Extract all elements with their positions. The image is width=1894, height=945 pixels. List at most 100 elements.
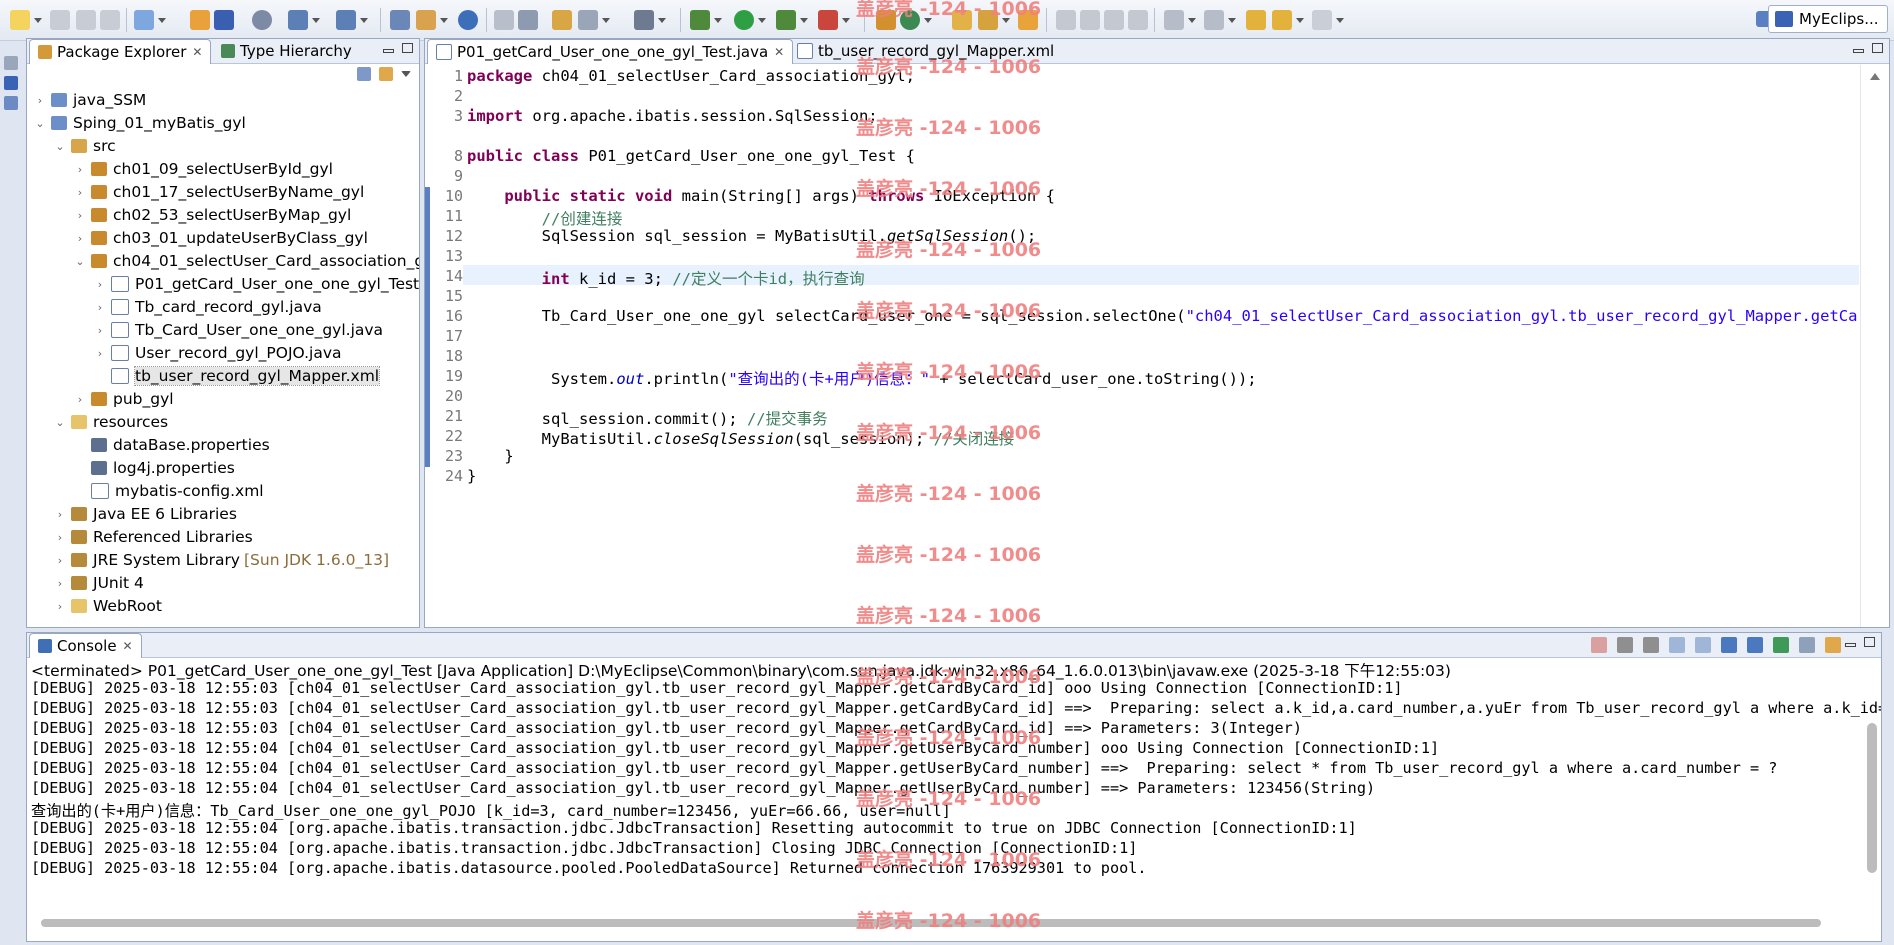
link-with-editor-icon[interactable] [379,67,393,81]
tree-item[interactable]: › Java EE 6 Libraries [53,503,237,525]
new-interface-icon[interactable] [900,10,920,30]
tree-item[interactable]: › ch01_09_selectUserById_gyl [73,158,333,180]
chevron-down-icon[interactable] [602,18,610,23]
tab-type-hierarchy[interactable]: Type Hierarchy [213,39,360,63]
minimize-icon[interactable] [1845,643,1856,647]
tree-item[interactable]: › ch03_01_updateUserByClass_gyl [73,227,368,249]
previous-annotation-icon[interactable] [1204,10,1224,30]
chevron-down-icon[interactable]: ⌄ [53,140,67,153]
chevron-down-icon[interactable]: ⌄ [53,416,67,429]
minimized-view-icon[interactable] [4,96,18,110]
pen-icon[interactable] [1080,10,1100,30]
scroll-up-icon[interactable] [1870,73,1880,80]
tab-console[interactable]: Console ✕ [29,633,142,658]
minimize-icon[interactable] [1853,49,1864,53]
maximize-icon[interactable] [402,43,413,53]
perspective-switcher[interactable]: MyEclips... [1768,5,1888,33]
pin-console-icon[interactable] [1773,637,1789,653]
next-annotation-icon[interactable] [1164,10,1184,30]
chevron-right-icon[interactable]: › [73,393,87,406]
open-task-icon[interactable] [1018,10,1038,30]
new-class-icon[interactable] [876,10,896,30]
chevron-down-icon[interactable]: ⌄ [33,117,47,130]
run-server-icon[interactable] [288,10,308,30]
tab-mapper-xml[interactable]: tb_user_record_gyl_Mapper.xml [789,39,1062,63]
chevron-down-icon[interactable] [440,18,448,23]
minimized-view-icon[interactable] [4,76,18,90]
deploy-icon[interactable] [252,10,272,30]
remove-all-launches-icon[interactable] [1643,637,1659,653]
tree-item[interactable]: › Tb_card_record_gyl.java [93,296,322,318]
open-console-icon[interactable] [1825,637,1841,653]
tab-test-java[interactable]: P01_getCard_User_one_one_gyl_Test.java ✕ [427,39,794,64]
tree-item[interactable]: tb_user_record_gyl_Mapper.xml [93,365,381,387]
annotation-icon[interactable] [1056,10,1076,30]
chevron-right-icon[interactable]: › [53,508,67,521]
external-tools-icon[interactable] [818,10,838,30]
chevron-right-icon[interactable]: › [93,347,107,360]
tree-item[interactable]: › User_record_gyl_POJO.java [93,342,342,364]
chevron-right-icon[interactable]: › [93,324,107,337]
open-folder-icon[interactable] [952,10,972,30]
new-server-icon[interactable] [552,10,572,30]
minimize-icon[interactable] [383,49,394,53]
web-services-icon[interactable] [578,10,598,30]
tab-package-explorer[interactable]: Package Explorer ✕ [29,39,212,64]
tree-item[interactable]: › ch02_53_selectUserByMap_gyl [73,204,351,226]
chevron-down-icon[interactable] [1296,18,1304,23]
chevron-right-icon[interactable]: › [53,531,67,544]
new-enterprise-icon[interactable] [214,10,234,30]
chevron-down-icon[interactable] [360,18,368,23]
chevron-right-icon[interactable]: › [73,209,87,222]
last-edit-icon[interactable] [1246,10,1266,30]
chevron-right-icon[interactable]: › [53,577,67,590]
close-icon[interactable]: ✕ [774,45,784,59]
chevron-down-icon[interactable] [714,18,722,23]
tree-item[interactable]: dataBase.properties [73,434,270,456]
chevron-right-icon[interactable]: › [93,301,107,314]
tree-item[interactable]: ⌄ Sping_01_myBatis_gyl [33,112,245,134]
tree-item[interactable]: log4j.properties [73,457,235,479]
close-icon[interactable]: ✕ [192,45,202,59]
maximize-icon[interactable] [1872,43,1883,53]
scroll-lock-icon[interactable] [1695,637,1711,653]
tree-item[interactable]: › JUnit 4 [53,572,144,594]
tree-item[interactable]: › JRE System Library [Sun JDK 1.6.0_13] [53,549,389,571]
display-console-icon[interactable] [1799,637,1815,653]
chevron-right-icon[interactable]: › [33,94,47,107]
chevron-right-icon[interactable]: › [73,232,87,245]
chevron-right-icon[interactable]: › [53,600,67,613]
close-icon[interactable]: ✕ [123,639,133,653]
tree-item[interactable]: › java_SSM [33,89,146,111]
chevron-down-icon[interactable] [312,18,320,23]
chevron-right-icon[interactable]: › [73,163,87,176]
search-icon[interactable] [978,10,998,30]
tree-item[interactable]: › Referenced Libraries [53,526,253,548]
tree-item[interactable]: › P01_getCard_User_one_one_gyl_Test.ja [93,273,419,295]
new-wizard-icon[interactable] [10,10,30,30]
tree-item[interactable]: ⌄ src [53,135,115,157]
tree-item[interactable]: ⌄ ch04_01_selectUser_Card_association_gyl [73,250,419,272]
save-icon[interactable] [50,10,70,30]
console-horizontal-scrollbar[interactable] [41,919,1821,927]
chevron-down-icon[interactable]: ⌄ [73,255,87,268]
tree-item[interactable]: › ch01_17_selectUserByName_gyl [73,181,364,203]
chevron-down-icon[interactable] [1002,18,1010,23]
print-icon[interactable] [100,10,120,30]
chevron-down-icon[interactable] [1228,18,1236,23]
chevron-right-icon[interactable]: › [53,554,67,567]
view-menu-icon[interactable] [401,71,411,77]
chevron-down-icon[interactable] [800,18,808,23]
java-ee-icon[interactable] [390,10,410,30]
save-all-icon[interactable] [76,10,96,30]
chevron-down-icon[interactable] [758,18,766,23]
debug-icon[interactable] [690,10,710,30]
image-editor-icon[interactable] [634,10,654,30]
show-on-output-icon[interactable] [1721,637,1737,653]
tree-item[interactable]: › Tb_Card_User_one_one_gyl.java [93,319,383,341]
open-type-icon[interactable] [458,10,478,30]
terminate-icon[interactable] [1591,637,1607,653]
editor-vertical-scrollbar[interactable] [1860,65,1889,627]
console-vertical-scrollbar[interactable] [1867,723,1877,873]
tree-item[interactable]: mybatis-config.xml [73,480,264,502]
